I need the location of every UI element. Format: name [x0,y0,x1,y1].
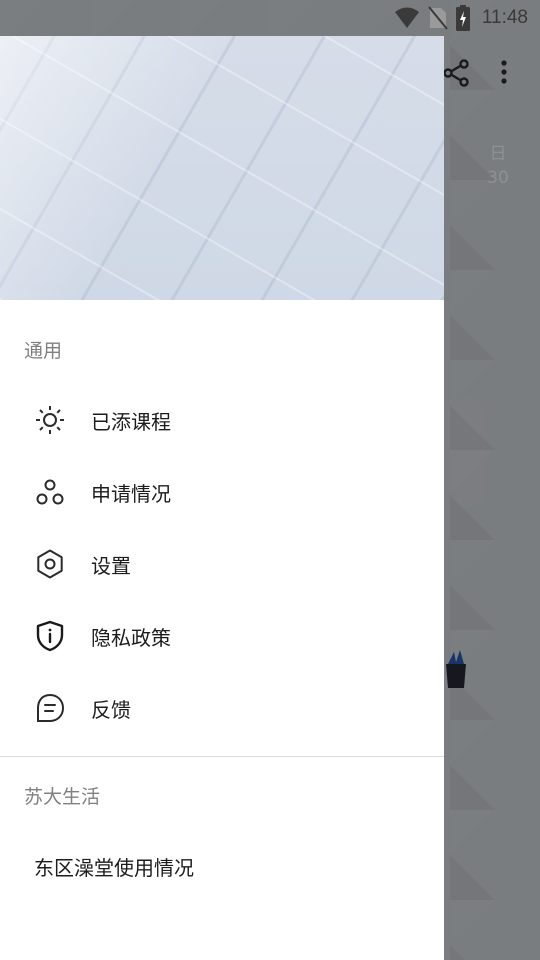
menu-item-label: 反馈 [91,697,131,722]
menu-item-added-courses[interactable]: 已添课程 [0,384,444,456]
menu-item-application-status[interactable]: 申请情况 [0,456,444,528]
section-title-suda-life: 苏大生活 [24,786,101,808]
menu-item-label: 申请情况 [91,481,171,506]
menu-item-settings[interactable]: 设置 [0,528,444,600]
menu-item-label: 已添课程 [91,409,171,434]
status-bar: 11:48 [0,0,540,36]
no-sim-icon [428,6,448,30]
status-time: 11:48 [481,7,528,28]
date-label: 30 [487,168,509,188]
menu-item-east-bathhouse-usage[interactable]: 东区澡堂使用情况 [0,830,444,902]
battery-charging-icon [455,5,470,31]
gear-icon [34,548,66,580]
shield-info-icon [34,620,66,652]
menu-item-label: 隐私政策 [91,625,171,650]
drawer-header-image [0,36,444,300]
share-icon[interactable] [440,56,474,90]
section-divider [0,756,444,757]
menu-item-feedback[interactable]: 反馈 [0,672,444,744]
weekday-label: 日 [489,144,507,164]
sun-icon [34,404,66,436]
group-circles-icon [34,476,66,508]
feedback-chat-icon [34,692,66,724]
menu-item-label: 设置 [91,553,131,578]
calendar-day-header: 日 30 [478,142,518,190]
menu-item-privacy-policy[interactable]: 隐私政策 [0,600,444,672]
section-title-general: 通用 [24,340,63,362]
navigation-drawer: 通用 已添课程 申请情况 设置 隐私政策 反馈 苏大生活 东区澡堂使用情况 [0,36,444,960]
more-vert-icon[interactable] [494,56,514,90]
menu-item-label: 东区澡堂使用情况 [34,856,194,880]
wifi-icon [394,7,419,28]
